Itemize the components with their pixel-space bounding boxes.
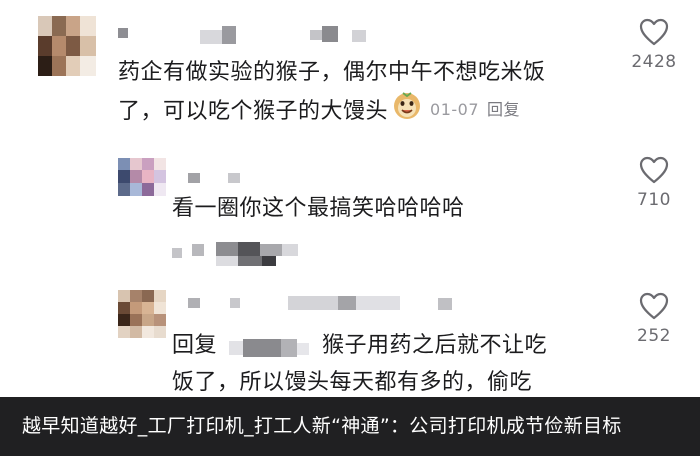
like-button[interactable]: 2428 xyxy=(622,18,686,72)
avatar[interactable] xyxy=(118,290,166,338)
mentioned-user-pixelated[interactable] xyxy=(228,333,311,359)
username-pixelated[interactable] xyxy=(118,24,378,46)
hidden-reply-pixelated xyxy=(172,240,302,268)
username-pixelated[interactable] xyxy=(188,170,248,186)
username-pixelated[interactable] xyxy=(188,294,458,314)
heart-icon[interactable] xyxy=(639,292,669,320)
comment-text: 看一圈你这个最搞笑哈哈哈哈 xyxy=(172,196,465,221)
like-count: 710 xyxy=(637,190,671,210)
comment-date: 01-07 xyxy=(430,100,480,119)
like-count: 2428 xyxy=(631,52,677,72)
heart-icon[interactable] xyxy=(639,156,669,184)
reply-text: 回复 猴子用药之后就不让吃 xyxy=(172,329,547,362)
smiling-face-sticker-icon xyxy=(392,90,422,130)
avatar[interactable] xyxy=(38,16,96,76)
like-button[interactable]: 252 xyxy=(622,292,686,346)
comment-text-line2: 了，可以吃个猴子的大馒头 xyxy=(118,99,389,124)
avatar[interactable] xyxy=(118,158,166,196)
heart-icon[interactable] xyxy=(639,18,669,46)
reply-text-line2: 饭了，所以馒头每天都有多的，偷吃 xyxy=(172,370,533,395)
caption-title: 越早知道越好_工厂打印机_打工人新“神通”：公司打印机成节俭新目标 xyxy=(22,415,622,437)
like-count: 252 xyxy=(637,326,671,346)
reply-text-line1: 猴子用药之后就不让吃 xyxy=(322,333,548,358)
like-button[interactable]: 710 xyxy=(622,156,686,210)
comment-text: 药企有做实验的猴子，偶尔中午不想吃米饭 xyxy=(118,60,546,85)
caption-banner: 越早知道越好_工厂打印机_打工人新“神通”：公司打印机成节俭新目标 xyxy=(0,397,700,456)
reply-button[interactable]: 回复 xyxy=(487,100,520,119)
comment-text-continued: 了，可以吃个猴子的大馒头 01-07 回复 xyxy=(118,92,520,132)
reply-prefix: 回复 xyxy=(172,333,218,358)
